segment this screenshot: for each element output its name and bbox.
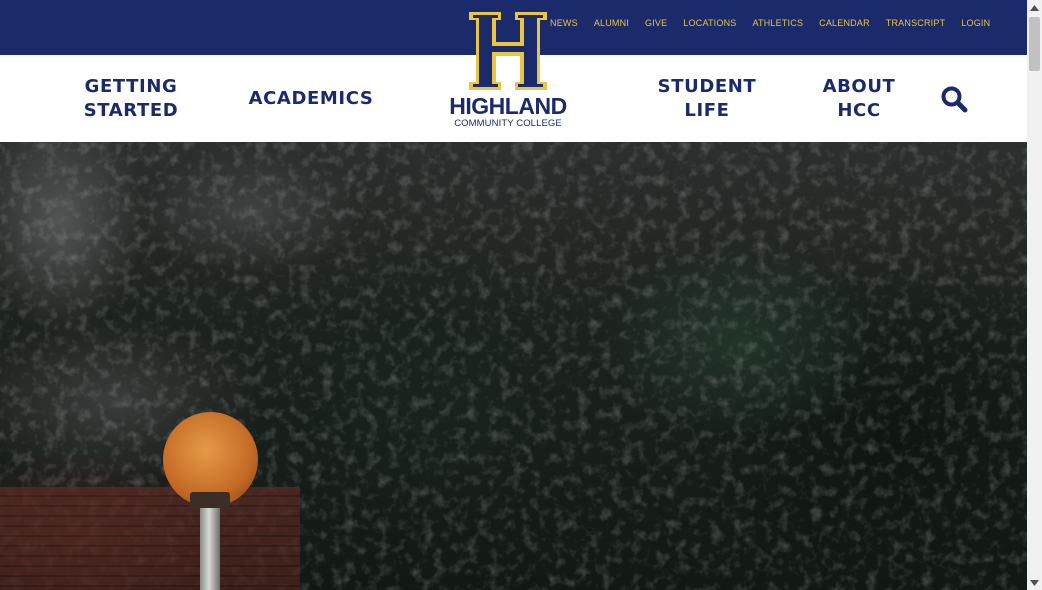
nav-student-life-line1: STUDENT xyxy=(657,75,757,97)
scroll-up-arrow-icon xyxy=(1030,4,1039,11)
hero-lamp-post xyxy=(200,508,220,590)
utility-link-calendar[interactable]: CALENDAR xyxy=(819,18,870,28)
logo-subtitle: COMMUNITY COLLEGE xyxy=(454,118,562,129)
nav-about-hcc[interactable]: ABOUT HCC xyxy=(800,55,918,142)
nav-student-life-line2: LIFE xyxy=(684,99,730,121)
scroll-down-button[interactable] xyxy=(1027,575,1042,590)
nav-getting-started[interactable]: GETTING STARTED xyxy=(60,55,202,142)
utility-link-alumni[interactable]: ALUMNI xyxy=(594,18,629,28)
search-button[interactable] xyxy=(938,83,970,115)
utility-link-give[interactable]: GIVE xyxy=(645,18,667,28)
nav-about-line2: HCC xyxy=(837,99,881,121)
logo-name: HIGHLAND xyxy=(449,93,567,119)
college-logo[interactable]: HIGHLAND COMMUNITY COLLEGE xyxy=(432,10,584,132)
utility-link-athletics[interactable]: ATHLETICS xyxy=(753,18,804,28)
hero-brick-wall xyxy=(0,487,300,590)
hero-video xyxy=(0,142,1027,590)
utility-link-locations[interactable]: LOCATIONS xyxy=(683,18,736,28)
nav-getting-started-line1: GETTING xyxy=(84,75,178,97)
nav-getting-started-line2: STARTED xyxy=(83,99,179,121)
search-icon xyxy=(941,86,968,113)
nav-about-line1: ABOUT xyxy=(822,75,896,97)
nav-academics[interactable]: ACADEMICS xyxy=(236,55,386,142)
utility-link-transcript[interactable]: TRANSCRIPT xyxy=(886,18,946,28)
scroll-down-arrow-icon xyxy=(1030,579,1039,586)
scroll-up-button[interactable] xyxy=(1027,0,1042,15)
vertical-scrollbar[interactable] xyxy=(1027,0,1042,590)
nav-academics-label: ACADEMICS xyxy=(248,87,374,109)
utility-nav: NEWS ALUMNI GIVE LOCATIONS ATHLETICS CAL… xyxy=(550,16,990,30)
nav-student-life[interactable]: STUDENT LIFE xyxy=(636,55,778,142)
utility-link-login[interactable]: LOGIN xyxy=(961,18,990,28)
logo-h-mark xyxy=(469,12,547,90)
scroll-thumb[interactable] xyxy=(1029,17,1040,71)
page: NEWS ALUMNI GIVE LOCATIONS ATHLETICS CAL… xyxy=(0,0,1027,590)
